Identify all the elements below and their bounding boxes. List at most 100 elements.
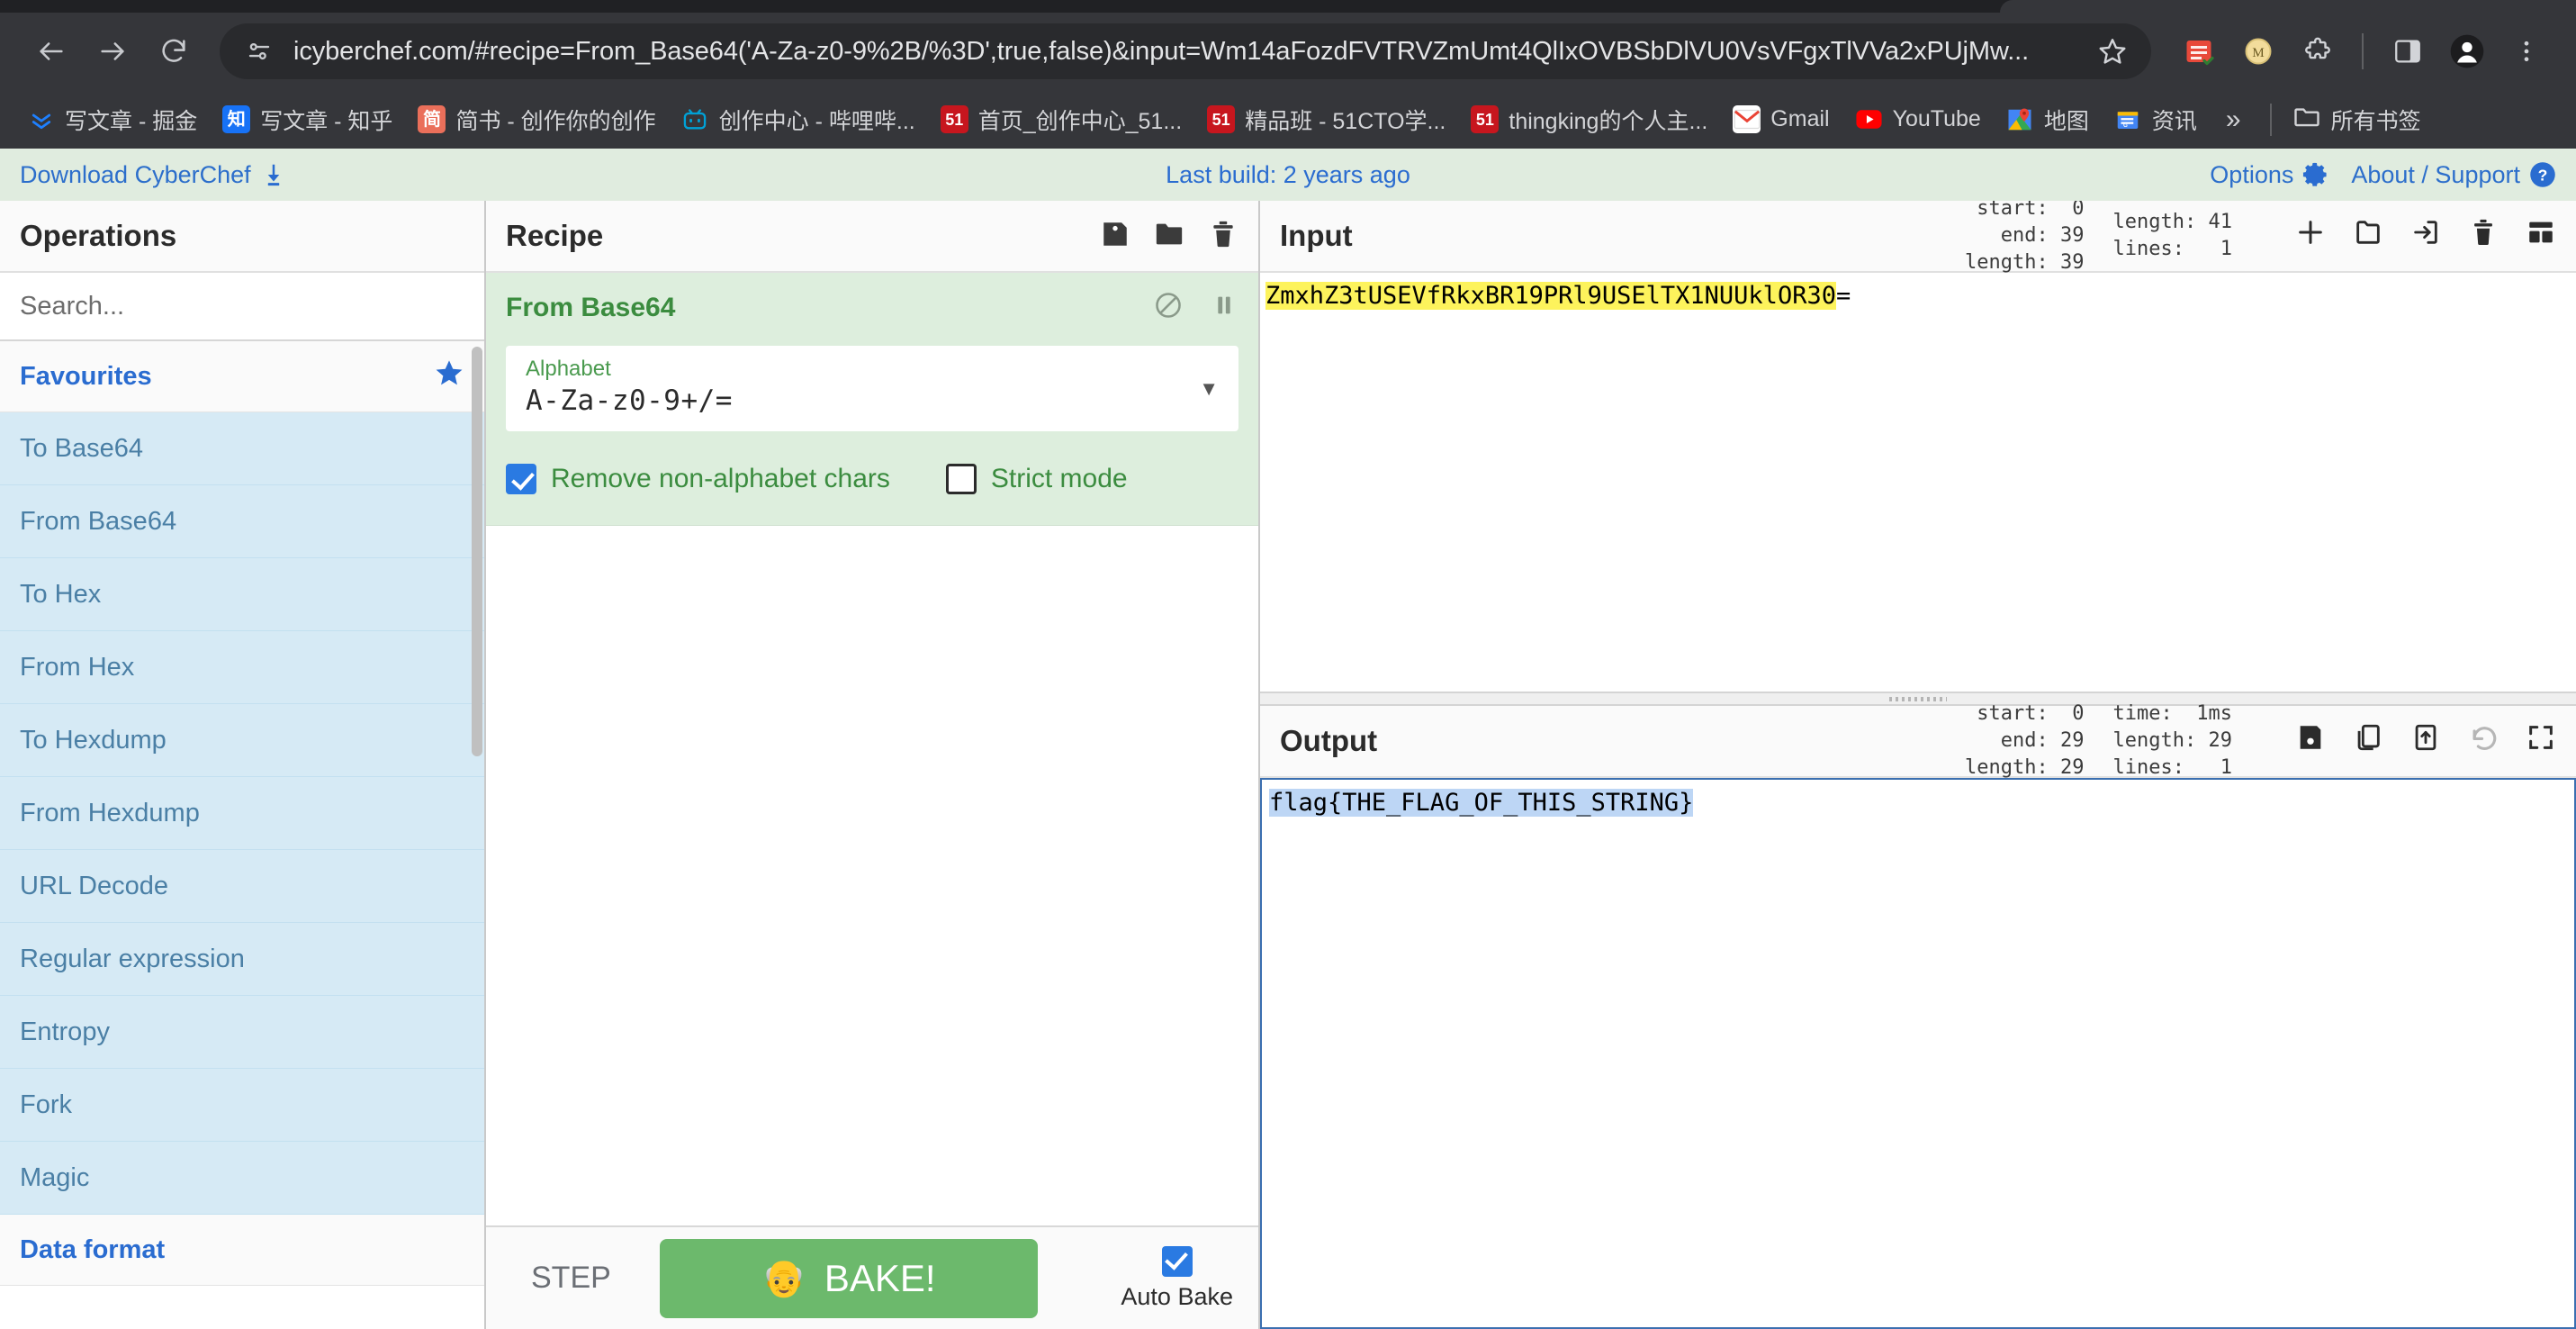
input-stats-left: start: 0 end: 39 length: 39 xyxy=(1965,195,2084,276)
lines-value: 1 xyxy=(2220,238,2232,260)
open-folder-icon[interactable] xyxy=(2353,217,2383,256)
lines-label: lines: xyxy=(2113,238,2184,260)
trash-icon[interactable] xyxy=(1208,219,1238,254)
folder-icon[interactable] xyxy=(1154,219,1184,254)
operations-category-favourites[interactable]: Favourites xyxy=(0,341,484,412)
alphabet-label: Alphabet xyxy=(526,357,1219,382)
recipe-operation-from-base64[interactable]: From Base64 Alphabet A-Za-z0-9+/= ▼ xyxy=(486,273,1258,526)
gear-icon[interactable] xyxy=(2302,161,2329,188)
bookmark-item[interactable]: YouTube xyxy=(1842,99,1994,140)
options-link[interactable]: Options xyxy=(2210,161,2329,189)
auto-bake-toggle[interactable]: Auto Bake xyxy=(1121,1246,1233,1311)
pause-icon[interactable] xyxy=(1210,291,1238,324)
toolbar-divider xyxy=(2362,33,2364,69)
operation-item[interactable]: Magic xyxy=(0,1142,484,1215)
operation-item[interactable]: URL Decode xyxy=(0,850,484,923)
chevron-down-icon[interactable]: ▼ xyxy=(1199,377,1219,401)
forward-button[interactable] xyxy=(85,23,140,79)
bookmark-item[interactable]: G 资讯 xyxy=(2102,97,2210,142)
operation-item[interactable]: From Hex xyxy=(0,631,484,704)
question-circle-icon[interactable]: ? xyxy=(2529,161,2556,188)
clear-trash-icon[interactable] xyxy=(2468,217,2499,256)
operation-item[interactable]: To Hexdump xyxy=(0,704,484,777)
profile-avatar-icon[interactable] xyxy=(2441,25,2493,77)
input-actions xyxy=(2295,217,2556,256)
bookmark-item[interactable]: 写文章 - 掘金 xyxy=(14,97,210,142)
operations-scrollbar[interactable] xyxy=(472,347,482,756)
bookmarks-divider xyxy=(2270,104,2272,136)
bookmark-item[interactable]: 知 写文章 - 知乎 xyxy=(210,97,405,142)
tab-strip xyxy=(0,0,2576,13)
disable-circle-icon[interactable] xyxy=(1154,291,1183,324)
operation-item[interactable]: Fork xyxy=(0,1069,484,1142)
operation-item[interactable]: From Base64 xyxy=(0,485,484,558)
bookmark-item[interactable]: Gmail xyxy=(1720,99,1842,140)
output-text[interactable]: flag{THE_FLAG_OF_THIS_STRING} xyxy=(1269,789,1693,817)
operation-item[interactable]: From Hexdump xyxy=(0,777,484,850)
undo-icon[interactable] xyxy=(2468,722,2499,761)
download-icon[interactable] xyxy=(260,161,287,188)
open-file-icon[interactable] xyxy=(2410,217,2441,256)
bookmark-item[interactable]: 地图 xyxy=(1994,97,2102,142)
bookmark-item[interactable]: 简 简书 - 创作你的创作 xyxy=(405,97,668,142)
svg-text:?: ? xyxy=(2538,166,2548,184)
step-button[interactable]: STEP xyxy=(511,1252,631,1305)
url-text[interactable]: icyberchef.com/#recipe=From_Base64('A-Za… xyxy=(293,37,2083,67)
save-icon[interactable] xyxy=(1100,219,1130,254)
input-text-plain[interactable]: = xyxy=(1836,282,1851,310)
side-panel-icon[interactable] xyxy=(2382,25,2434,77)
bookmark-item[interactable]: 51 首页_创作中心_51... xyxy=(928,97,1194,142)
maximize-icon[interactable] xyxy=(2526,722,2556,761)
copy-icon[interactable] xyxy=(2353,722,2383,761)
bake-label: BAKE! xyxy=(824,1257,936,1300)
search-input[interactable] xyxy=(0,273,484,341)
omnibox[interactable]: icyberchef.com/#recipe=From_Base64('A-Za… xyxy=(220,23,2151,79)
back-button[interactable] xyxy=(23,23,79,79)
start-label: start: xyxy=(1977,702,2048,725)
bookmark-star-icon[interactable] xyxy=(2097,36,2128,67)
bookmark-item[interactable]: 51 thingking的个人主... xyxy=(1458,97,1720,142)
splitter-grip[interactable] xyxy=(1889,697,1947,701)
all-bookmarks-button[interactable]: 所有书签 xyxy=(2284,97,2430,142)
gmail-icon xyxy=(1733,105,1761,133)
alphabet-value[interactable]: A-Za-z0-9+/= xyxy=(526,384,1219,417)
google-news-icon: G xyxy=(2114,105,2142,133)
auto-bake-checkbox[interactable] xyxy=(1162,1246,1193,1277)
operation-item[interactable]: Regular expression xyxy=(0,923,484,996)
input-stats: start: 0 end: 39 length: 39 length: 41 l… xyxy=(1965,195,2556,276)
download-cyberchef-link[interactable]: Download CyberChef xyxy=(20,161,287,189)
input-textarea[interactable]: ZmxhZ3tUSEVfRkxBR19PRl9USElTX1NUUklOR30= xyxy=(1260,273,2576,692)
replace-input-icon[interactable] xyxy=(2410,722,2441,761)
remove-non-alphabet-chars-checkbox[interactable]: Remove non-alphabet chars xyxy=(506,464,890,494)
operations-panel: Operations Favourites To Base64 From Bas… xyxy=(0,201,486,1329)
add-tab-icon[interactable] xyxy=(2295,217,2326,256)
star-icon xyxy=(434,357,464,396)
strict-mode-checkbox[interactable]: Strict mode xyxy=(946,464,1128,494)
operation-item[interactable]: To Hex xyxy=(0,558,484,631)
category-label: Data format xyxy=(20,1235,165,1265)
reading-list-icon[interactable] xyxy=(2173,25,2225,77)
coin-extension-icon[interactable]: M xyxy=(2232,25,2284,77)
bookmarks-overflow-button[interactable]: » xyxy=(2210,104,2257,135)
operations-category-data-format[interactable]: Data format xyxy=(0,1215,484,1286)
bookmark-item[interactable]: 51 精品班 - 51CTO学... xyxy=(1194,97,1458,142)
chrome-menu-icon[interactable] xyxy=(2500,25,2553,77)
checkbox-box[interactable] xyxy=(946,464,977,494)
bake-button[interactable]: 👴 BAKE! xyxy=(660,1239,1038,1318)
input-stats-right: length: 41 lines: 1 xyxy=(2113,209,2232,262)
about-support-link[interactable]: About / Support ? xyxy=(2351,161,2556,189)
bookmark-item[interactable]: 创作中心 - 哔哩哔... xyxy=(669,97,928,142)
alphabet-dropdown[interactable]: Alphabet A-Za-z0-9+/= ▼ xyxy=(506,346,1238,431)
input-text-highlighted[interactable]: ZmxhZ3tUSEVfRkxBR19PRl9USElTX1NUUklOR30 xyxy=(1265,282,1836,310)
extensions-puzzle-icon[interactable] xyxy=(2292,25,2344,77)
checkbox-box[interactable] xyxy=(506,464,536,494)
browser-chrome: icyberchef.com/#recipe=From_Base64('A-Za… xyxy=(0,0,2576,149)
save-output-icon[interactable] xyxy=(2295,722,2326,761)
output-textarea[interactable]: flag{THE_FLAG_OF_THIS_STRING} xyxy=(1260,778,2576,1329)
site-settings-icon[interactable] xyxy=(239,32,279,71)
input-title: Input xyxy=(1280,219,1353,253)
operation-item[interactable]: Entropy xyxy=(0,996,484,1069)
reload-button[interactable] xyxy=(146,23,202,79)
operation-item[interactable]: To Base64 xyxy=(0,412,484,485)
tabs-grid-icon[interactable] xyxy=(2526,217,2556,256)
